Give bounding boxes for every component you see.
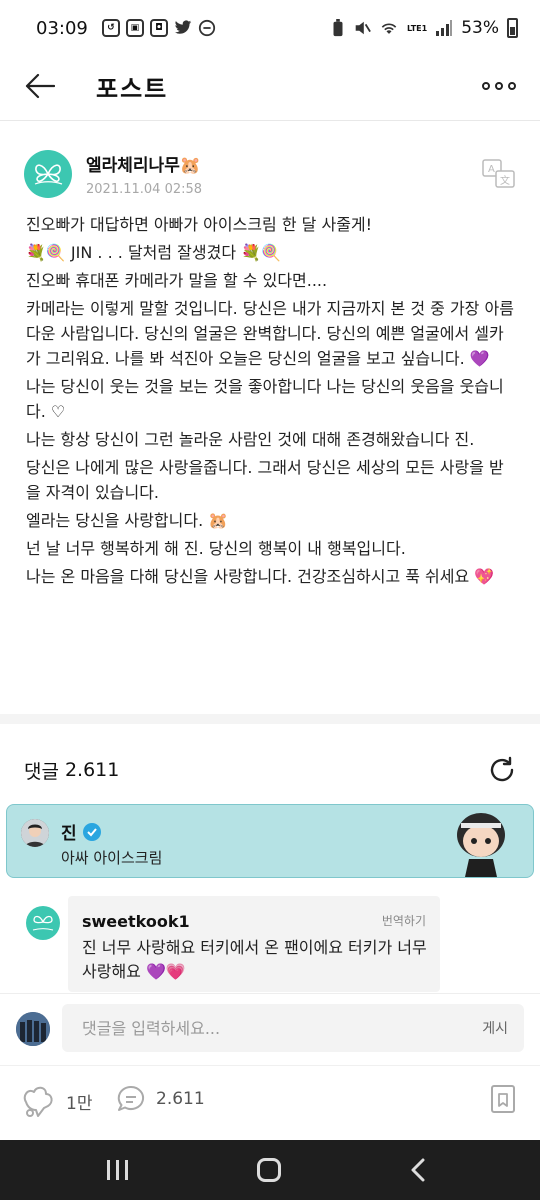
recents-bar-icon xyxy=(107,1160,110,1180)
system-icons: LTE1 53% xyxy=(331,18,518,38)
post-line: 💐🍭 JIN . . . 달처럼 잘생겼다 💐🍭 xyxy=(26,243,281,262)
recent-apps-button[interactable] xyxy=(107,1160,128,1180)
verified-badge-icon xyxy=(82,822,101,841)
recents-bar-icon xyxy=(125,1160,128,1180)
nav-back-button[interactable] xyxy=(410,1158,426,1186)
wifi-icon xyxy=(381,23,397,34)
back-button[interactable] xyxy=(0,56,80,116)
post-comment-button[interactable]: 게시 xyxy=(482,1018,508,1038)
translate-button[interactable]: A文 xyxy=(482,159,516,189)
artist-name[interactable]: 진 xyxy=(61,819,77,844)
comments-header: 댓글 2.611 xyxy=(24,748,518,792)
artist-character-sticker xyxy=(451,809,511,877)
battery-icon xyxy=(507,18,518,38)
page-title: 포스트 xyxy=(96,74,169,103)
post-line: 넌 날 너무 행복하게 해 진. 당신의 행복이 내 행복입니다. xyxy=(26,539,406,558)
action-bar: 1만 2.611 xyxy=(0,1065,540,1137)
comment-input-bar: 게시 xyxy=(0,993,540,1065)
post-line: 당신은 나에게 많은 사랑을줍니다. 그래서 당신은 세상의 모든 사랑을 받을… xyxy=(26,458,504,502)
like-button[interactable]: 1만 xyxy=(20,1084,92,1118)
comment-button[interactable]: 2.611 xyxy=(116,1084,205,1114)
butterfly-icon xyxy=(32,915,54,931)
artist-comment[interactable]: 진 아싸 아이스크림 xyxy=(6,804,534,878)
twitter-icon xyxy=(174,20,192,34)
more-options-button[interactable] xyxy=(482,82,516,90)
comment-input-box: 게시 xyxy=(62,1004,524,1052)
more-dot-icon xyxy=(508,82,516,90)
app-notification-icon: ↺ xyxy=(101,19,120,37)
svg-text:文: 文 xyxy=(500,174,510,187)
post-line: 나는 항상 당신이 그런 놀라운 사람인 것에 대해 존경해왔습니다 진. xyxy=(26,430,475,449)
signal-icon xyxy=(436,20,453,36)
artist-avatar[interactable] xyxy=(21,819,49,847)
like-count: 1만 xyxy=(66,1093,93,1114)
bookmark-button[interactable] xyxy=(490,1084,516,1118)
post-line: 엘라는 당신을 사랑합니다. 🐹 xyxy=(26,511,229,530)
app-notification-icon: ◘ xyxy=(149,19,168,37)
comment-bubble-icon xyxy=(117,1085,145,1111)
artist-name-row: 진 xyxy=(61,819,101,844)
post-line: 진오빠가 대답하면 아빠가 아이스크림 한 달 사줄게! xyxy=(26,215,373,234)
post-author: 엘라체리나무🐹 2021.11.04 02:58 A文 xyxy=(24,146,516,202)
recents-bar-icon xyxy=(116,1160,119,1180)
more-dot-icon xyxy=(495,82,503,90)
bookmark-icon xyxy=(491,1085,515,1113)
fan-translate-button[interactable]: 번역하기 xyxy=(382,912,426,929)
battery-percent: 53% xyxy=(461,18,499,38)
system-nav-bar xyxy=(0,1140,540,1200)
character-icon xyxy=(457,813,505,877)
comments-count: 2.611 xyxy=(64,759,120,781)
translate-icon: A文 xyxy=(482,159,515,188)
section-divider xyxy=(0,714,540,724)
more-dot-icon xyxy=(482,82,490,90)
post-line: 나는 당신이 웃는 것을 보는 것을 좋아합니다 나는 당신의 웃음을 웃습니다… xyxy=(26,377,504,421)
fan-comment-bubble: sweetkook1 번역하기 진 너무 사랑해요 터키에서 온 팬이에요 터키… xyxy=(68,896,440,992)
fan-comment-text: 진 너무 사랑해요 터키에서 온 팬이에요 터키가 너무 사랑해요 💜💗 xyxy=(82,938,427,981)
artist-comment-text: 아싸 아이스크림 xyxy=(61,849,163,867)
comments-label: 댓글 xyxy=(24,760,59,783)
author-avatar[interactable] xyxy=(24,150,72,198)
gallery-notification-icon: ▣ xyxy=(125,19,144,37)
comment-input[interactable] xyxy=(82,1004,442,1052)
notification-icons: ↺ ▣ ◘ xyxy=(101,19,216,37)
post-date: 2021.11.04 02:58 xyxy=(86,182,203,197)
post-line: 나는 온 마음을 다해 당신을 사랑합니다. 건강조심하시고 푹 쉬세요 💖 xyxy=(26,567,495,586)
refresh-icon xyxy=(490,756,514,782)
post-line: 카메라는 이렇게 말할 것입니다. 당신은 내가 지금까지 본 것 중 가장 아… xyxy=(26,299,514,368)
fan-name[interactable]: sweetkook1 xyxy=(82,912,190,931)
post-body: 진오빠가 대답하면 아빠가 아이스크림 한 달 사줄게! 💐🍭 JIN . . … xyxy=(26,212,518,592)
weverse-like-icon xyxy=(23,1086,53,1117)
status-time: 03:09 xyxy=(36,17,88,39)
fan-comment[interactable]: sweetkook1 번역하기 진 너무 사랑해요 터키에서 온 팬이에요 터키… xyxy=(24,896,524,992)
home-button[interactable] xyxy=(257,1158,281,1182)
header-divider xyxy=(0,120,540,121)
battery-saver-icon xyxy=(333,19,343,37)
mute-icon xyxy=(355,21,371,35)
artist-photo-icon xyxy=(21,819,49,847)
user-photo-icon xyxy=(16,1012,50,1046)
refresh-button[interactable] xyxy=(486,754,518,786)
author-name[interactable]: 엘라체리나무🐹 xyxy=(86,151,202,176)
chevron-left-icon xyxy=(411,1158,425,1182)
svg-text:A: A xyxy=(488,164,495,175)
post-line: 진오빠 휴대폰 카메라가 말을 할 수 있다면.... xyxy=(26,271,328,290)
network-label: LTE1 xyxy=(406,23,428,33)
butterfly-icon xyxy=(34,164,63,185)
comment-count: 2.611 xyxy=(156,1089,205,1109)
arrow-left-icon xyxy=(25,73,55,99)
dnd-icon xyxy=(198,19,215,37)
my-avatar xyxy=(16,1012,50,1046)
app-header: 포스트 xyxy=(0,56,540,116)
fan-avatar[interactable] xyxy=(26,906,60,940)
status-bar: 03:09 ↺ ▣ ◘ LTE1 53% xyxy=(0,0,540,56)
